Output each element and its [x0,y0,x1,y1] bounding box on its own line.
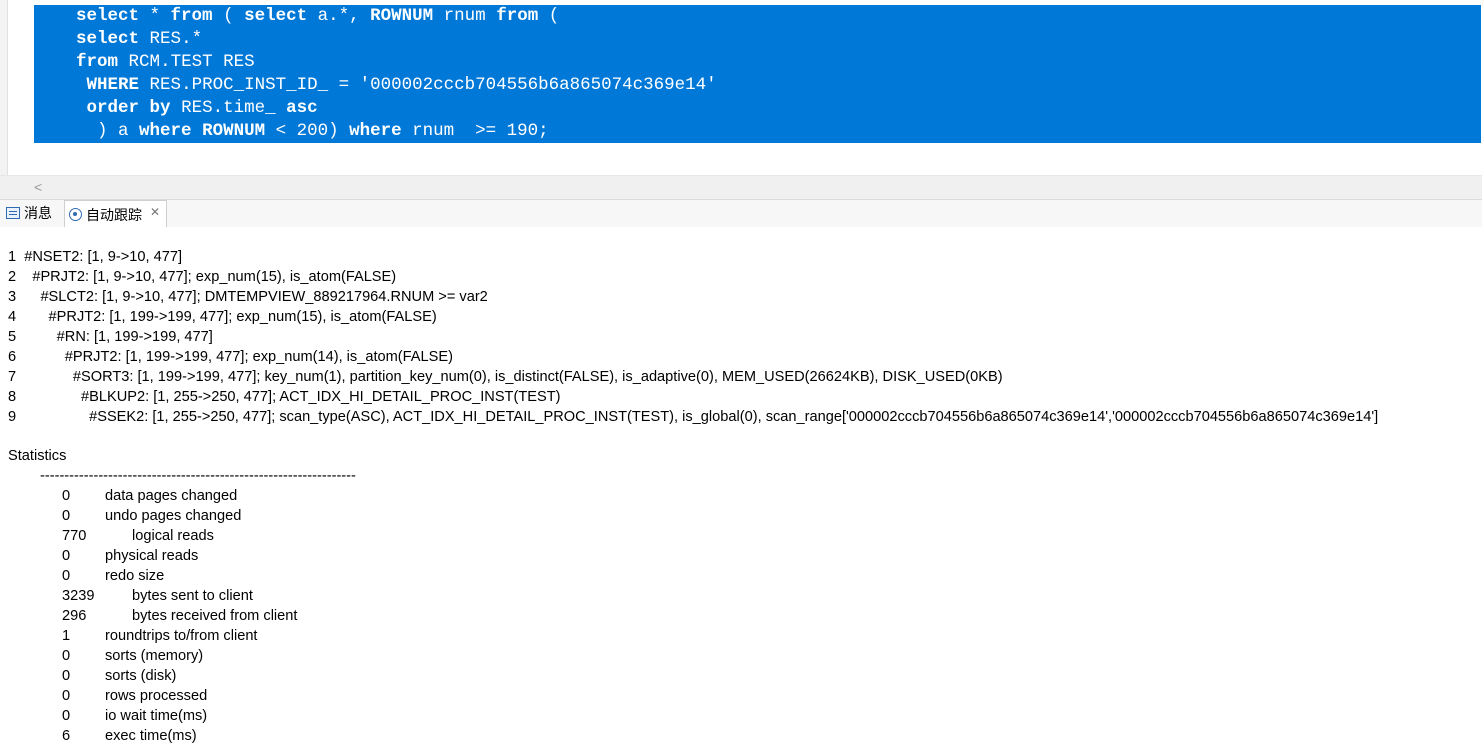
statistic-label: io wait time(ms) [105,708,208,724]
statistic-label: sorts (disk) [105,668,177,684]
plan-line: 5 #RN: [1, 199->199, 477] [8,329,213,345]
statistic-label: roundtrips to/from client [105,628,258,644]
sql-line[interactable]: WHERE RES.PROC_INST_ID_ = '000002cccb704… [34,74,717,97]
plan-line: 7 #SORT3: [1, 199->199, 477]; key_num(1)… [8,369,1003,385]
plan-line: 8 #BLKUP2: [1, 255->250, 477]; ACT_IDX_H… [8,389,561,405]
plan-line: 9 #SSEK2: [1, 255->250, 477]; scan_type(… [8,409,1379,425]
tab-messages-label: 消息 [24,205,52,221]
result-tab-bar: 消息 自动跟踪 ✕ [0,199,1482,228]
sql-line[interactable]: ) a where ROWNUM < 200) where rnum >= 19… [34,120,549,143]
statistic-value: 0 [62,708,71,724]
statistic-label: redo size [105,568,165,584]
statistic-row: 296 bytes received from client [0,606,600,626]
tab-messages[interactable]: 消息 [6,200,52,226]
statistics-title: Statistics [8,448,67,464]
statistic-row: 0 redo size [0,566,600,586]
statistic-value: 0 [62,648,71,664]
editor-gutter [0,0,8,175]
statistic-value: 0 [62,488,71,504]
message-icon [6,207,20,219]
sql-line[interactable]: select RES.* [34,28,202,51]
tab-autotrace[interactable]: 自动跟踪 ✕ [64,200,167,228]
statistic-value: 0 [62,548,71,564]
plan-line: 3 #SLCT2: [1, 9->10, 477]; DMTEMPVIEW_88… [8,289,488,305]
scroll-left-icon[interactable]: < [34,177,42,197]
statistic-value: 770 [62,528,87,544]
statistic-label: logical reads [132,528,214,544]
plan-line: 2 #PRJT2: [1, 9->10, 477]; exp_num(15), … [8,269,397,285]
sql-line[interactable]: order by RES.time_ asc [34,97,318,120]
statistic-label: sorts (memory) [105,648,204,664]
sql-editor[interactable]: select * from ( select a.*, ROWNUM rnum … [0,0,1482,175]
statistic-value: 0 [62,508,71,524]
statistic-value: 6 [62,728,71,744]
statistic-value: 296 [62,608,87,624]
statistic-row: 6 exec time(ms) [0,726,600,746]
statistic-label: undo pages changed [105,508,242,524]
statistic-row: 1 roundtrips to/from client [0,626,600,646]
tab-autotrace-label: 自动跟踪 [86,206,142,223]
statistic-value: 0 [62,688,71,704]
statistic-label: bytes received from client [132,608,298,624]
statistic-value: 0 [62,568,71,584]
statistic-label: data pages changed [105,488,238,504]
statistic-row: 0 physical reads [0,546,600,566]
statistic-value: 1 [62,628,71,644]
statistic-row: 0 rows processed [0,686,600,706]
statistic-row: 0 undo pages changed [0,506,600,526]
statistic-label: bytes sent to client [132,588,253,604]
sql-line[interactable]: select * from ( select a.*, ROWNUM rnum … [34,5,559,28]
statistics-separator: ----------------------------------------… [40,468,356,484]
statistic-label: physical reads [105,548,199,564]
statistic-row: 0 sorts (disk) [0,666,600,686]
statistic-label: exec time(ms) [105,728,197,744]
close-icon[interactable]: ✕ [150,205,160,219]
plan-line: 6 #PRJT2: [1, 199->199, 477]; exp_num(14… [8,349,453,365]
plan-line: 4 #PRJT2: [1, 199->199, 477]; exp_num(15… [8,309,437,325]
statistic-row: 0 io wait time(ms) [0,706,600,726]
statistic-row: 770 logical reads [0,526,600,546]
autotrace-output: 1 #NSET2: [1, 9->10, 477] 2 #PRJT2: [1, 9… [0,227,1482,751]
sql-line[interactable]: from RCM.TEST RES [34,51,255,74]
trace-icon [69,208,82,221]
statistic-row: 0 data pages changed [0,486,600,506]
statistic-label: rows processed [105,688,208,704]
statistic-value: 0 [62,668,71,684]
statistic-row: 0 sorts (memory) [0,646,600,666]
plan-line: 1 #NSET2: [1, 9->10, 477] [8,249,183,265]
statistic-value: 3239 [62,588,95,604]
horizontal-scrollbar[interactable]: < [0,175,1482,199]
statistic-row: 3239 bytes sent to client [0,586,600,606]
